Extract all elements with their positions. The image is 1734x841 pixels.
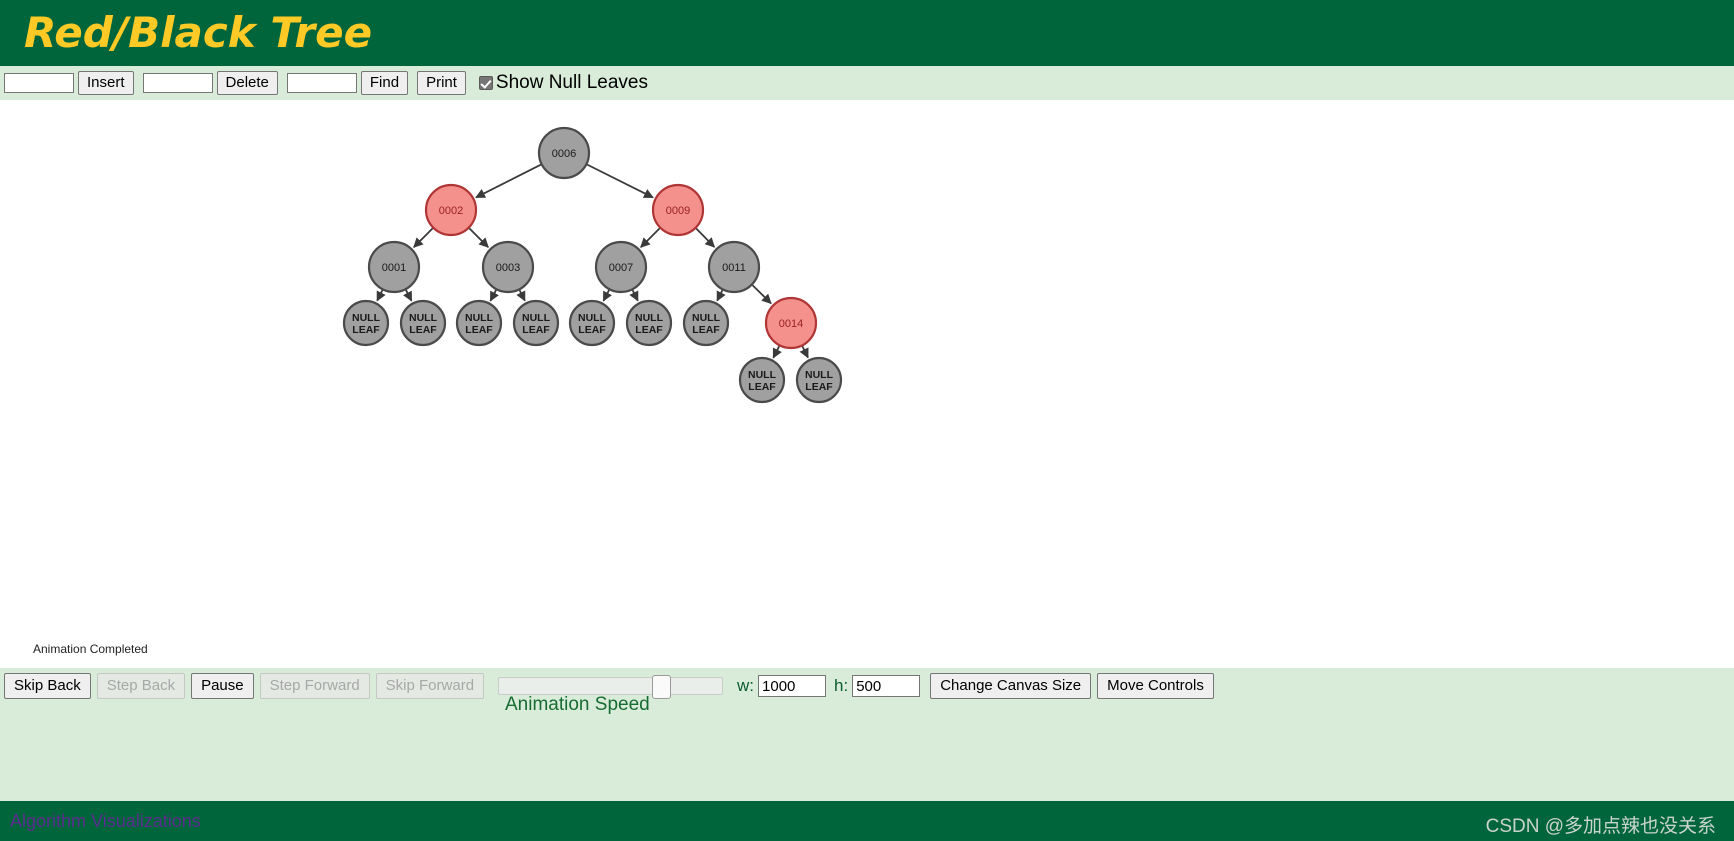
- tree-edge: [799, 345, 809, 359]
- insert-input[interactable]: [4, 73, 74, 93]
- tree-edge: [489, 289, 499, 302]
- tree-null-leaf-node[interactable]: NULLLEAF: [512, 299, 560, 347]
- tree-edge: [716, 289, 726, 302]
- pause-button[interactable]: Pause: [191, 673, 254, 699]
- algorithm-visualizations-link[interactable]: Algorithm Visualizations: [10, 811, 201, 832]
- tree-nodes: 00060002 00090001 0003 0007 00110014NULLLEAF…: [342, 126, 843, 404]
- skip-back-button[interactable]: Skip Back: [4, 673, 91, 699]
- tree-node[interactable]: 0011: [707, 240, 761, 294]
- canvas-height-label: h:: [834, 676, 849, 695]
- app-footer: Algorithm Visualizations CSDN @多加点辣也没关系: [0, 801, 1734, 841]
- animation-speed-slider-thumb[interactable]: [652, 675, 672, 699]
- node-label: 0011: [722, 262, 746, 274]
- tree-null-leaf-node[interactable]: NULLLEAF: [342, 299, 390, 347]
- tree-edge: [516, 289, 526, 302]
- tree-null-leaf-node[interactable]: NULLLEAF: [568, 299, 616, 347]
- node-label: LEAF: [465, 324, 493, 336]
- tree-null-leaf-node[interactable]: NULLLEAF: [795, 356, 843, 404]
- tree-null-leaf-node[interactable]: NULLLEAF: [399, 299, 447, 347]
- node-label: LEAF: [522, 324, 550, 336]
- red-black-tree-app: Red/Black Tree Insert Delete Find Print …: [0, 0, 1734, 841]
- node-label: NULL: [805, 369, 834, 381]
- animation-speed-slider[interactable]: [498, 675, 724, 699]
- tree-node[interactable]: 0009: [651, 183, 705, 237]
- tree-node[interactable]: 0007: [594, 240, 648, 294]
- canvas-width-label: w:: [737, 676, 755, 695]
- tree-null-leaf-node[interactable]: NULLLEAF: [682, 299, 730, 347]
- node-label: 0003: [496, 262, 520, 274]
- tree-node[interactable]: 0003: [481, 240, 535, 294]
- node-label: LEAF: [692, 324, 720, 336]
- red-black-tree-diagram: 00060002 00090001 0003 0007 00110014NULLLEAF…: [342, 126, 843, 404]
- node-label: LEAF: [805, 381, 833, 393]
- node-label: LEAF: [635, 324, 663, 336]
- step-back-button[interactable]: Step Back: [96, 673, 186, 699]
- node-label: NULL: [522, 312, 551, 324]
- tree-edge: [403, 289, 413, 302]
- node-label: 0001: [382, 262, 406, 274]
- node-label: 0009: [666, 205, 690, 217]
- tree-edge: [695, 227, 716, 248]
- status-message: Animation Completed: [33, 642, 148, 656]
- node-label: NULL: [578, 312, 607, 324]
- find-button[interactable]: Find: [360, 71, 409, 95]
- node-label: 0006: [552, 148, 576, 160]
- node-label: 0007: [609, 262, 633, 274]
- node-label: NULL: [352, 312, 381, 324]
- tree-node[interactable]: 0006: [537, 126, 591, 180]
- tree-null-leaf-node[interactable]: NULLLEAF: [455, 299, 503, 347]
- tree-edge: [468, 227, 489, 248]
- app-header: Red/Black Tree: [0, 0, 1734, 66]
- tree-node[interactable]: 0001: [367, 240, 421, 294]
- show-null-leaves-group: Show Null Leaves: [478, 72, 648, 94]
- show-null-leaves-checkbox[interactable]: [478, 76, 493, 90]
- tree-edge: [413, 227, 434, 248]
- animation-speed-label: Animation Speed: [505, 694, 650, 715]
- node-label: LEAF: [352, 324, 380, 336]
- node-label: NULL: [409, 312, 438, 324]
- node-label: 0002: [439, 205, 463, 217]
- tree-edge: [586, 163, 654, 199]
- skip-forward-button[interactable]: Skip Forward: [375, 673, 485, 699]
- tree-null-leaf-node[interactable]: NULLLEAF: [738, 356, 786, 404]
- tree-node[interactable]: 0002: [424, 183, 478, 237]
- find-input[interactable]: [286, 73, 357, 93]
- move-controls-button[interactable]: Move Controls: [1097, 673, 1214, 699]
- tree-null-leaf-node[interactable]: NULLLEAF: [625, 299, 673, 347]
- node-label: LEAF: [409, 324, 437, 336]
- tree-edge: [772, 345, 782, 359]
- node-label: NULL: [465, 312, 494, 324]
- tree-edge: [629, 289, 639, 302]
- csdn-watermark: CSDN @多加点辣也没关系: [1485, 816, 1716, 837]
- show-null-leaves-label: Show Null Leaves: [495, 72, 648, 93]
- node-label: LEAF: [578, 324, 606, 336]
- canvas-height-input[interactable]: [852, 675, 921, 697]
- node-label: NULL: [635, 312, 664, 324]
- delete-input[interactable]: [142, 73, 213, 93]
- tree-node[interactable]: 0014: [764, 296, 818, 350]
- delete-button[interactable]: Delete: [216, 71, 278, 95]
- change-canvas-size-button[interactable]: Change Canvas Size: [930, 673, 1092, 699]
- insert-button[interactable]: Insert: [78, 71, 134, 95]
- node-label: NULL: [692, 312, 721, 324]
- node-label: LEAF: [748, 381, 776, 393]
- node-label: NULL: [748, 369, 777, 381]
- tree-edge: [475, 163, 542, 199]
- tree-edge: [751, 284, 772, 305]
- tree-edge: [602, 289, 612, 302]
- tree-canvas[interactable]: 0006 0002 0009 0001 0003 0007 0011 0014 NULL LEAF…: [0, 100, 1734, 640]
- step-forward-button[interactable]: Step Forward: [259, 673, 370, 699]
- print-button[interactable]: Print: [417, 71, 466, 95]
- tree-edge: [376, 289, 386, 302]
- page-title: Red/Black Tree: [24, 8, 373, 57]
- tree-edge: [640, 227, 661, 248]
- controls-bar: Skip Back Step Back Pause Step Forward S…: [0, 668, 1734, 801]
- top-toolbar: Insert Delete Find Print Show Null Leave…: [0, 66, 1734, 100]
- node-label: 0014: [779, 318, 803, 330]
- canvas-width-input[interactable]: [758, 675, 827, 697]
